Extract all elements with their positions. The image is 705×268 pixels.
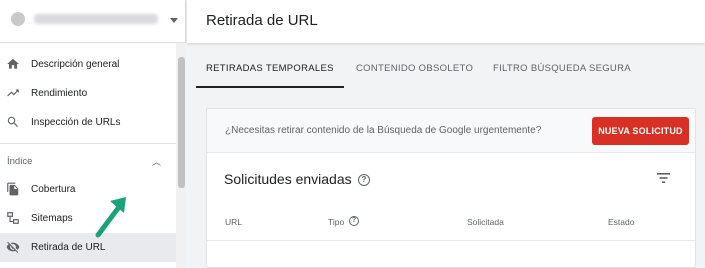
sidebar-item-label: Descripción general: [31, 59, 120, 70]
page-title: Retirada de URL: [206, 12, 318, 29]
sitemap-icon: [7, 212, 19, 224]
home-icon: [7, 58, 19, 69]
active-tab-indicator: [196, 86, 344, 88]
section-title-index: Índice: [7, 156, 33, 167]
sidebar-item-overview[interactable]: Descripción general: [0, 50, 176, 79]
sidebar-item-label: Inspección de URLs: [31, 117, 121, 128]
help-icon[interactable]: ?: [358, 174, 370, 186]
requests-card: ¿Necesitas retirar contenido de la Búsqu…: [206, 108, 696, 268]
column-header-url[interactable]: URL: [225, 217, 242, 227]
property-url-blurred: [34, 14, 158, 24]
filter-icon[interactable]: [657, 173, 670, 183]
sidebar-item-coverage[interactable]: Cobertura: [0, 175, 176, 204]
trending-up-icon: [7, 89, 19, 97]
sidebar-item-label: Retirada de URL: [31, 242, 106, 253]
search-icon: [7, 116, 18, 127]
property-selector[interactable]: [0, 0, 186, 43]
tab-outdated-content[interactable]: CONTENIDO OBSOLETO: [356, 63, 473, 74]
sidebar-item-performance[interactable]: Rendimiento: [0, 79, 176, 108]
sidebar-item-sitemaps[interactable]: Sitemaps: [0, 204, 176, 233]
annotation-arrow-icon: [95, 197, 126, 238]
column-header-status[interactable]: Estado: [608, 217, 634, 227]
column-header-type[interactable]: Tipo: [328, 217, 344, 227]
card-title: Solicitudes enviadas: [224, 171, 352, 187]
file-copy-icon: [7, 182, 19, 196]
sidebar-item-label: Sitemaps: [31, 213, 73, 224]
sidebar-scrollbar-thumb[interactable]: [178, 57, 185, 188]
new-request-button[interactable]: NUEVA SOLICITUD: [592, 117, 689, 145]
caret-down-icon[interactable]: [170, 18, 178, 23]
tab-temporary-removals[interactable]: RETIRADAS TEMPORALES: [206, 63, 334, 74]
sidebar-item-label: Cobertura: [31, 184, 76, 195]
sidebar-item-url-removal[interactable]: Retirada de URL: [0, 233, 176, 262]
eye-off-icon: [6, 241, 20, 253]
urgent-removal-banner: ¿Necesitas retirar contenido de la Búsqu…: [207, 109, 695, 153]
banner-text: ¿Necesitas retirar contenido de la Búsqu…: [225, 125, 542, 136]
globe-icon: [11, 12, 25, 26]
help-icon[interactable]: ?: [349, 216, 359, 226]
chevron-up-icon[interactable]: ︿: [152, 155, 161, 168]
sidebar-divider: [0, 143, 176, 144]
page-header: Retirada de URL: [187, 0, 705, 43]
table-header-divider: [207, 240, 695, 241]
sidebar-item-url-inspection[interactable]: Inspección de URLs: [0, 108, 176, 137]
tab-safesearch-filter[interactable]: FILTRO BÚSQUEDA SEGURA: [493, 63, 631, 74]
sidebar-item-label: Rendimiento: [31, 88, 88, 99]
column-header-requested[interactable]: Solicitada: [467, 217, 504, 227]
